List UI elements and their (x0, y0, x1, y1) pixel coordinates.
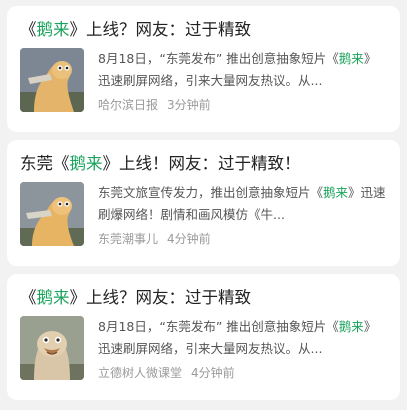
summary-keyword-highlight: 鹅来 (338, 319, 364, 334)
news-title[interactable]: 《鹅来》上线？网友：过于精致 (20, 286, 388, 310)
title-text: 《 (20, 20, 37, 39)
goose-face-thumbnail[interactable] (20, 316, 84, 380)
summary-text: 8月18日，“东莞发布” 推出创意抽象短片《 (98, 51, 339, 66)
news-summary: 8月18日，“东莞发布” 推出创意抽象短片《鹅来》迅速刷屏网络，引来大量网友热议… (98, 48, 388, 92)
title-text: 》上线？网友：过于精致 (69, 20, 252, 39)
goose-thumbnail[interactable] (20, 48, 84, 112)
news-card[interactable]: 《鹅来》上线？网友：过于精致 8月18日，“东莞发布” 推出创意抽象短片《鹅来》… (7, 274, 400, 400)
news-summary: 8月18日，“东莞发布” 推出创意抽象短片《鹅来》迅速刷屏网络，引来大量网友热议… (98, 316, 388, 360)
news-meta: 东莞潮事儿 4分钟前 (98, 230, 388, 247)
title-keyword-highlight: 鹅来 (36, 20, 70, 39)
title-text: 》上线？网友：过于精致 (69, 288, 252, 307)
summary-keyword-highlight: 鹅来 (338, 51, 364, 66)
news-source: 东莞潮事儿 (98, 232, 159, 246)
summary-text: 东莞文旅宣传发力，推出创意抽象短片《 (98, 185, 324, 200)
news-feed: 《鹅来》上线？网友：过于精致 8月18日，“东莞发布” 推出创意抽象短片《鹅来》… (0, 0, 407, 400)
news-time: 3分钟前 (167, 98, 211, 112)
news-summary: 东莞文旅宣传发力，推出创意抽象短片《鹅来》迅速刷爆网络！剧情和画风模仿《牛... (98, 182, 388, 226)
summary-text: 8月18日，“东莞发布” 推出创意抽象短片《 (98, 319, 339, 334)
title-text: 东莞《 (20, 154, 70, 173)
title-text: 》上线！网友：过于精致！ (102, 154, 301, 173)
news-meta: 哈尔滨日报 3分钟前 (98, 96, 388, 113)
news-meta: 立德树人微课堂 4分钟前 (98, 364, 388, 381)
news-source: 哈尔滨日报 (98, 98, 159, 112)
news-title[interactable]: 东莞《鹅来》上线！网友：过于精致！ (20, 152, 388, 176)
goose-thumbnail[interactable] (20, 182, 84, 246)
news-card[interactable]: 东莞《鹅来》上线！网友：过于精致！ 东莞文旅宣传发力，推出创意抽象短片《鹅来》迅… (7, 140, 400, 266)
summary-keyword-highlight: 鹅来 (323, 185, 349, 200)
news-time: 4分钟前 (191, 366, 235, 380)
news-time: 4分钟前 (167, 232, 211, 246)
title-keyword-highlight: 鹅来 (36, 288, 70, 307)
news-title[interactable]: 《鹅来》上线？网友：过于精致 (20, 18, 388, 42)
news-source: 立德树人微课堂 (98, 366, 183, 380)
news-card[interactable]: 《鹅来》上线？网友：过于精致 8月18日，“东莞发布” 推出创意抽象短片《鹅来》… (7, 6, 400, 132)
title-text: 《 (20, 288, 37, 307)
title-keyword-highlight: 鹅来 (69, 154, 103, 173)
